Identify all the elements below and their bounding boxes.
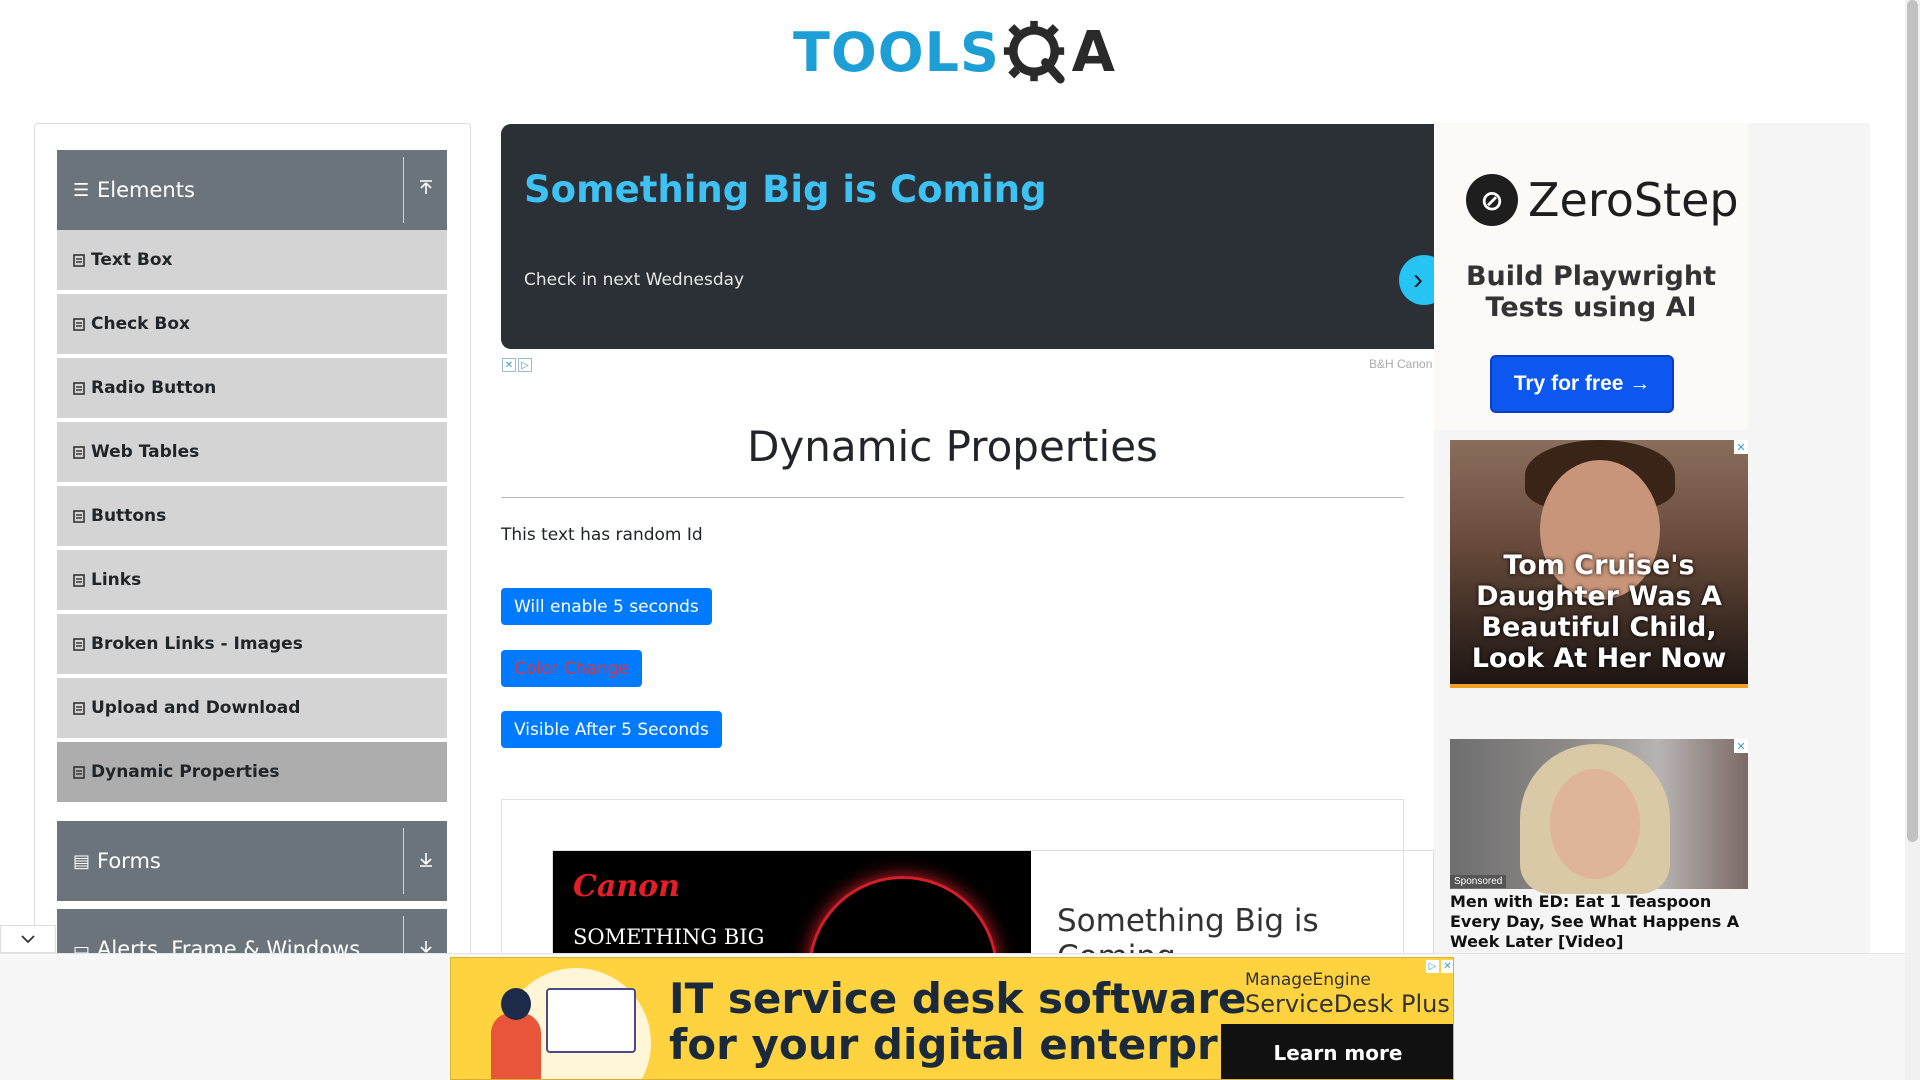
zerostep-ad[interactable]: ⊘ ZeroStep Build Playwright Tests using … [1434,123,1748,430]
illustration-screen [546,988,636,1053]
logo-tools-text: TOOLS [793,20,1000,84]
close-icon[interactable]: ✕ [1734,440,1748,454]
sidebar-item-radio-button[interactable]: Radio Button [57,358,447,419]
sidebar-item-broken-links[interactable]: Broken Links - Images [57,614,447,675]
accent-bar [1450,684,1748,688]
list-icon [72,509,86,523]
toolsqa-logo[interactable]: TOOLS A [793,14,1115,90]
sidebar-item-label: Links [91,570,142,590]
sidebar-item-upload-download[interactable]: Upload and Download [57,678,447,739]
canon-ad-headline: Something Big is Coming [1057,903,1319,960]
list-icon [72,701,86,715]
zerostep-tagline-2: Tests using AI [1485,292,1697,323]
scrollbar-thumb[interactable] [1907,0,1918,842]
canon-ad-sub: SOMETHING BIG [573,925,765,949]
hamburger-icon: ☰ [73,179,90,200]
list-icon [72,317,86,331]
sidebar-item-label: Upload and Download [91,698,301,718]
download-arrow-icon[interactable] [404,851,447,872]
color-change-button[interactable]: Color Change [501,650,642,687]
face-shape [1550,769,1640,879]
zerostep-mark-icon: ⊘ [1466,174,1518,226]
chevron-down-icon [21,935,35,944]
adchoices-icon[interactable]: ▷ ✕ [1426,960,1453,973]
manageengine-logo: ManageEngine [1245,970,1371,990]
sidebar-item-label: Check Box [91,314,191,334]
ad-source: B&H Canon [1369,357,1433,371]
sidebar-item-check-box[interactable]: Check Box [57,294,447,355]
bottom-ad-line-2: for your digital enterprise [669,1020,1286,1069]
sidebar-item-label: Dynamic Properties [91,762,280,782]
list-icon [72,381,86,395]
sidebar-item-text-box[interactable]: Text Box [57,230,447,291]
list-icon [72,445,86,459]
visible-after-button[interactable]: Visible After 5 Seconds [501,711,722,748]
divider [501,497,1404,498]
canon-ad[interactable]: Canon SOMETHING BIG Something Big is Com… [552,850,1434,960]
canon-ad-image: Canon SOMETHING BIG [553,851,1031,959]
sidebar-item-dynamic-properties[interactable]: Dynamic Properties [57,742,447,803]
adchoices-icon[interactable]: ✕ ▷ [502,358,533,372]
list-icon [72,765,86,779]
servicedesk-product: ServiceDesk Plus [1245,990,1450,1018]
sidebar-item-buttons[interactable]: Buttons [57,486,447,547]
bottom-ad-line-1: IT service desk software [669,974,1247,1023]
canon-ring [808,876,998,959]
support-agent-illustration [461,968,651,1079]
bottom-ad-headline: IT service desk software for your digita… [669,976,1286,1068]
group-label: Forms [97,849,161,873]
ad-subtitle: Check in next Wednesday [524,270,745,290]
top-ad-banner[interactable]: Something Big is Coming Check in next We… [501,124,1434,349]
enable-after-button[interactable]: Will enable 5 seconds [501,588,712,625]
list-icon [72,253,86,267]
random-id-text: This text has random Id [501,525,703,545]
list-icon [72,637,86,651]
sidebar: ☰ Elements Text Box Check Box Radio Butt… [34,123,471,963]
canon-logo: Canon [573,869,680,904]
gear-icon [1003,20,1065,84]
illustration-person [491,1013,541,1079]
upload-arrow-icon[interactable] [404,179,447,201]
sidebar-item-label: Radio Button [91,378,217,398]
chevron-right-icon[interactable]: › [1399,255,1434,305]
list-icon [72,573,86,587]
sidebar-item-links[interactable]: Links [57,550,447,611]
page-scrollbar[interactable] [1905,0,1920,1080]
celebrity-ad-headline: Tom Cruise's Daughter Was A Beautiful Ch… [1471,550,1727,674]
health-ad[interactable]: Sponsored Men with ED: Eat 1 Teaspoon Ev… [1450,739,1748,953]
sidebar-item-label: Web Tables [91,442,200,462]
celebrity-ad[interactable]: Tom Cruise's Daughter Was A Beautiful Ch… [1450,440,1748,688]
illustration-head [501,988,531,1020]
group-header-elements[interactable]: ☰ Elements [57,150,447,230]
collapse-ad-button[interactable] [0,925,56,953]
zerostep-name: ZeroStep [1528,173,1739,227]
sidebar-item-label: Text Box [91,250,173,270]
learn-more-button[interactable]: Learn more [1221,1024,1453,1079]
group-label: Elements [97,178,195,202]
zerostep-logo: ⊘ ZeroStep [1466,173,1739,227]
zerostep-tagline: Build Playwright Tests using AI [1434,261,1748,323]
health-ad-image [1450,739,1748,894]
page-title: Dynamic Properties [747,422,1158,471]
sidebar-item-web-tables[interactable]: Web Tables [57,422,447,483]
group-header-forms[interactable]: ▤ Forms [57,821,447,901]
try-for-free-button[interactable]: Try for free → [1490,355,1674,413]
logo-qa-text: A [1071,19,1115,85]
sponsored-badge: Sponsored [1450,875,1507,888]
health-ad-headline: Men with ED: Eat 1 Teaspoon Every Day, S… [1450,892,1740,951]
zerostep-tagline-1: Build Playwright [1465,261,1717,292]
file-icon: ▤ [73,850,91,871]
bottom-ad-banner[interactable]: IT service desk software for your digita… [450,957,1454,1080]
sidebar-item-label: Broken Links - Images [91,634,303,654]
sidebar-item-label: Buttons [91,506,167,526]
ad-title: Something Big is Coming [524,168,1047,211]
close-icon[interactable]: ✕ [1734,739,1748,753]
